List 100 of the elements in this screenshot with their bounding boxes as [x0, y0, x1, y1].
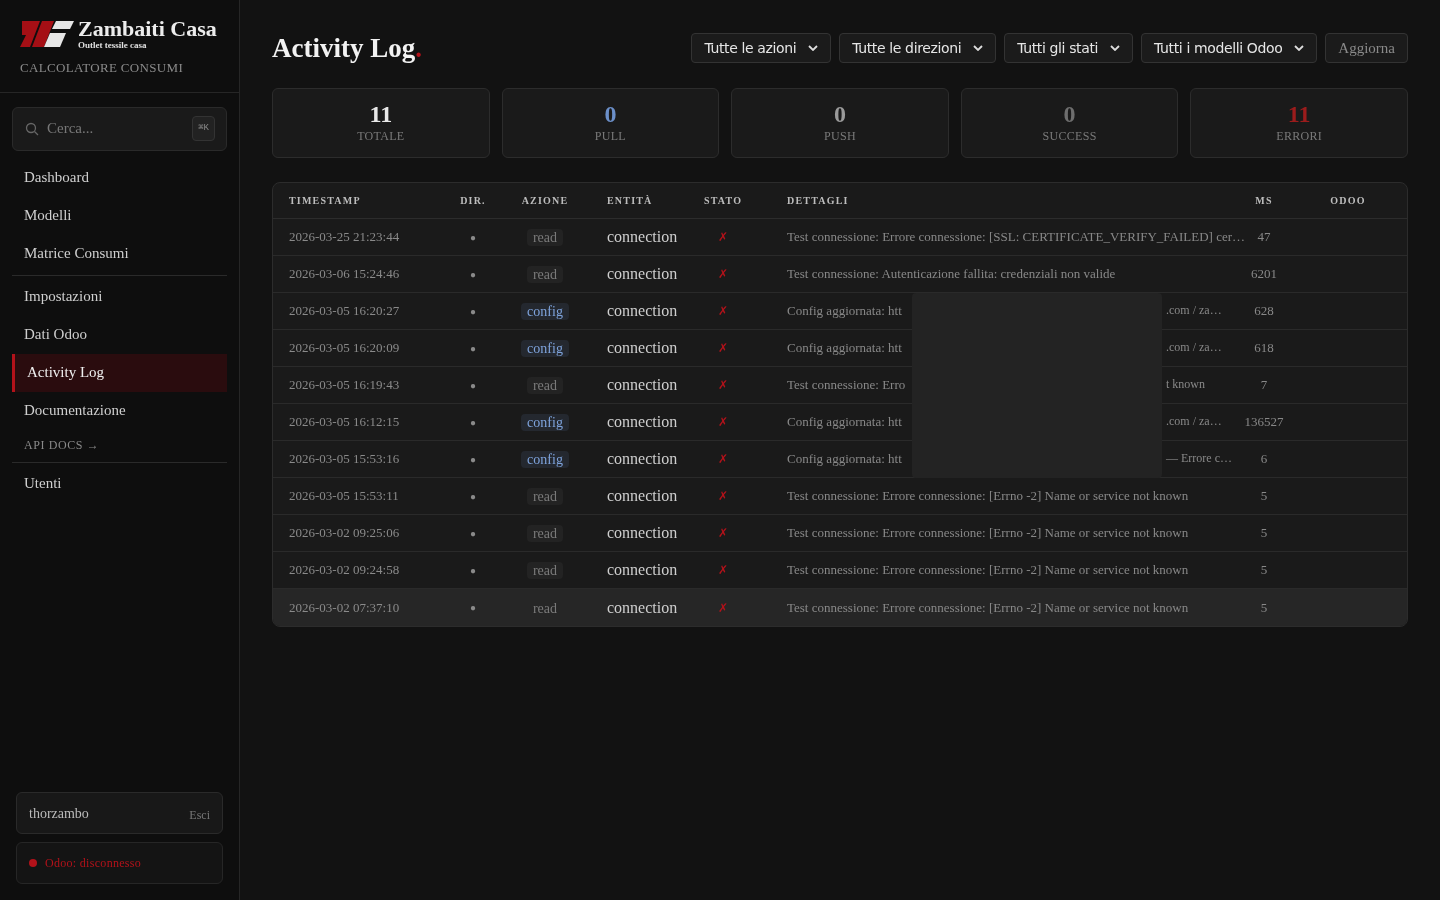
- page-title: Activity Log.: [272, 31, 422, 65]
- table-cell-text: Test connessione: Erro: [787, 376, 907, 395]
- logo-icon: [20, 19, 74, 49]
- username: thorzambo: [29, 804, 89, 823]
- table-cell-text: .com / za…: [1166, 413, 1222, 431]
- table-cell-text: connection: [606, 412, 679, 432]
- chevron-icon: [1294, 45, 1305, 51]
- direction-dot: ●: [468, 415, 477, 430]
- table-cell-text: 2026-03-05 16:12:15: [288, 413, 401, 432]
- action-tag: read: [526, 377, 564, 394]
- error-mark: ✗: [717, 525, 729, 542]
- table-cell-text: Test connessione: Errore connessione: [SSL: CERTIFICATE_VERIFY_FAILED] cer…: [787, 228, 1246, 247]
- column-header: STATO: [702, 194, 744, 208]
- direction-dot: ●: [468, 341, 477, 356]
- stat-value: 11: [369, 101, 393, 127]
- nav-item[interactable]: Matrice Consumi: [12, 234, 227, 273]
- table-cell-text: connection: [606, 523, 679, 543]
- table-cell-text: Config aggiornata: htt: [787, 339, 903, 358]
- table-cell-text: Test connessione: Autenticazione fallita: credenziali non valide: [787, 265, 1116, 284]
- brand-name: Zambaiti Casa: [78, 18, 217, 40]
- stat-label: PULL: [594, 128, 626, 145]
- table-cell-text: Config aggiornata: htt: [787, 413, 903, 432]
- error-mark: ✗: [717, 562, 729, 579]
- nav-item[interactable]: Utenti: [12, 464, 227, 503]
- stat-label: ERRORI: [1276, 128, 1323, 145]
- table-cell-text: 2026-03-05 16:20:09: [288, 339, 401, 358]
- action-tag: config: [521, 303, 569, 320]
- table-cell-text: Test connessione: Errore connessione: [Errno -2] Name or service not known: [787, 524, 1189, 543]
- direction-dot: ●: [468, 378, 477, 393]
- table-cell-text: connection: [606, 338, 679, 358]
- chevron-icon: [973, 45, 984, 51]
- nav-item[interactable]: Dashboard: [12, 158, 227, 197]
- direction-dot: ●: [468, 563, 477, 578]
- table-cell-text: 5: [1259, 487, 1269, 506]
- table-cell-text: .com / za…: [1166, 302, 1222, 320]
- filter-dropdown[interactable]: Tutti gli stati: [1004, 33, 1133, 63]
- table-cell-text: 6: [1259, 450, 1269, 469]
- nav-item[interactable]: Documentazione: [12, 391, 227, 430]
- direction-dot: ●: [468, 267, 477, 282]
- table-cell-text: Test connessione: Errore connessione: [Errno -2] Name or service not known: [787, 598, 1189, 617]
- table-cell-text: 2026-03-02 09:25:06: [288, 524, 401, 543]
- action-tag: read: [526, 525, 564, 542]
- column-header: MS: [1254, 194, 1274, 208]
- action-tag: read: [526, 229, 564, 246]
- logout-link[interactable]: Esci: [189, 806, 210, 824]
- table-cell-text: 2026-03-05 15:53:16: [288, 450, 401, 469]
- error-mark: ✗: [717, 303, 729, 320]
- table-cell-text: .com / za…: [1166, 339, 1222, 357]
- table-cell-text: 7: [1259, 376, 1269, 395]
- table-cell-text: Config aggiornata: htt: [787, 450, 903, 469]
- table-cell-text: Test connessione: Errore connessione: [Errno -2] Name or service not known: [787, 487, 1189, 506]
- nav-item[interactable]: Impostazioni: [12, 277, 227, 316]
- table-cell-text: connection: [606, 486, 679, 506]
- stat-value: 11: [1287, 101, 1311, 127]
- table-cell-text: Test connessione: Errore connessione: [Errno -2] Name or service not known: [787, 561, 1189, 580]
- action-tag: config: [521, 451, 569, 468]
- table-cell-text: Config aggiornata: htt: [787, 302, 903, 321]
- direction-dot: ●: [468, 304, 477, 319]
- table-cell-text: connection: [606, 560, 679, 580]
- table-cell-text: connection: [606, 301, 679, 321]
- table-cell-text: 628: [1253, 302, 1275, 321]
- table-cell-text: 6201: [1250, 265, 1278, 284]
- table-cell-text: 2026-03-02 09:24:58: [288, 561, 401, 580]
- action-tag: read: [526, 488, 564, 505]
- filter-dropdown[interactable]: Tutte le direzioni: [839, 33, 997, 63]
- column-header: ODOO: [1329, 194, 1367, 208]
- chevron-icon: [1110, 45, 1120, 51]
- filter-dropdown[interactable]: Tutte le azioni: [691, 33, 832, 63]
- error-mark: ✗: [717, 229, 729, 246]
- action-tag: read: [526, 562, 564, 579]
- table-cell-text: 2026-03-02 07:37:10: [288, 598, 401, 617]
- stat-label: SUCCESS: [1042, 128, 1097, 145]
- table-cell-text: 2026-03-05 16:19:43: [288, 376, 401, 395]
- action-tag: read: [526, 599, 564, 617]
- table-cell-text: 5: [1259, 524, 1269, 543]
- table-cell-text: 136527: [1243, 413, 1285, 432]
- column-header: AZIONE: [520, 194, 570, 208]
- column-header: TIMESTAMP: [288, 194, 362, 208]
- stat-value: 0: [604, 101, 617, 127]
- table-cell-text: connection: [606, 597, 679, 618]
- table-cell-text: 2026-03-06 15:24:46: [288, 265, 401, 284]
- direction-dot: ●: [468, 452, 477, 467]
- error-mark: ✗: [717, 377, 729, 394]
- error-mark: ✗: [717, 451, 729, 468]
- stat-label: PUSH: [824, 128, 856, 145]
- table-cell-text: connection: [606, 449, 679, 469]
- nav-item[interactable]: Activity Log: [12, 353, 227, 392]
- error-mark: ✗: [717, 488, 729, 505]
- shortcut-key: ⌘K: [192, 115, 215, 141]
- refresh-button[interactable]: Aggiorna: [1325, 33, 1408, 63]
- action-tag: config: [521, 340, 569, 357]
- table-cell-text: 2026-03-25 21:23:44: [288, 228, 401, 247]
- nav-item[interactable]: Modelli: [12, 196, 227, 235]
- filter-dropdown[interactable]: Tutti i modelli Odoo: [1141, 33, 1318, 63]
- nav-link[interactable]: API DOCS →: [12, 429, 227, 460]
- status-label: Odoo: disconnesso: [45, 855, 142, 872]
- direction-dot: ●: [468, 601, 477, 615]
- action-tag: config: [521, 414, 569, 431]
- stat-label: TOTALE: [357, 128, 405, 145]
- nav-item[interactable]: Dati Odoo: [12, 315, 227, 354]
